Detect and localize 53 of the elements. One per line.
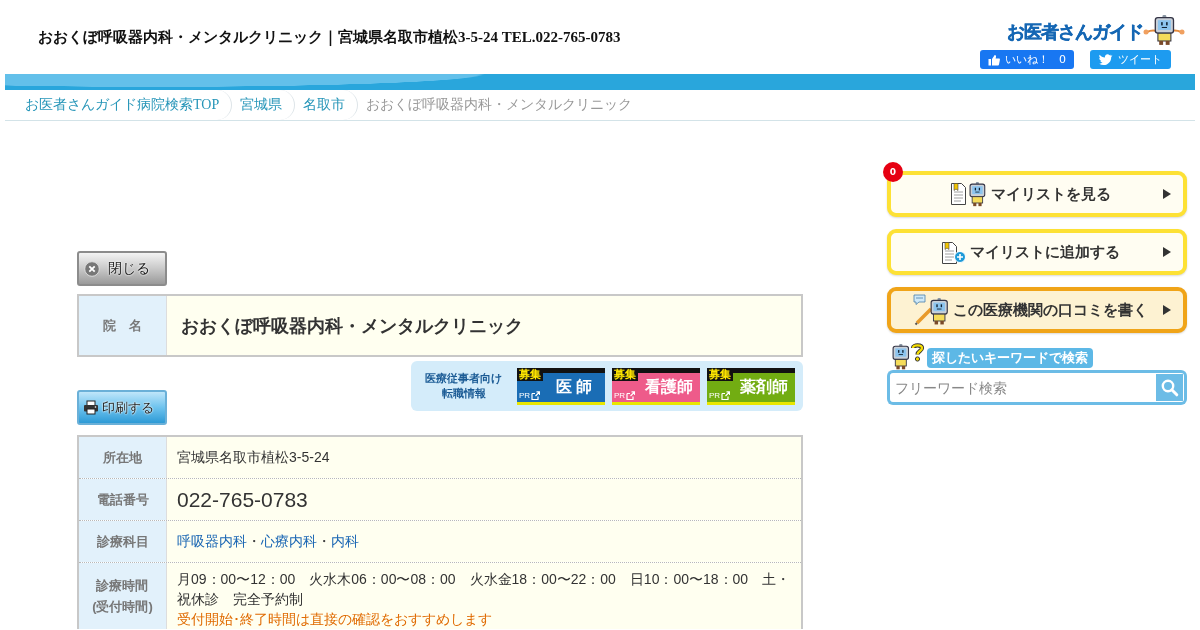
pr-label: PR	[519, 390, 531, 400]
document-and-character-icon	[949, 181, 987, 207]
print-button[interactable]: 印刷する	[77, 390, 167, 425]
department-link[interactable]: 内科	[331, 532, 359, 551]
caret-icon	[1163, 247, 1171, 257]
external-link-icon	[721, 390, 731, 400]
search-heading: 探したいキーワードで検索	[927, 348, 1093, 368]
character-with-pencil-icon	[912, 294, 949, 326]
recruit-tag: 募集	[517, 367, 543, 381]
hours-text: 月09：00〜12：00 火水木06：00〜08：00 火水金18：00〜22：00 日10：00〜18：00 土・祝休診 完全予約制	[177, 570, 792, 609]
label-cell: 所在地	[79, 437, 167, 478]
write-review-button[interactable]: この医療機関の口コミを書く	[887, 287, 1187, 333]
pr-label: PR	[709, 390, 721, 400]
label-cell: 院 名	[79, 296, 167, 355]
label-cell: 診療時間 (受付時間)	[79, 563, 167, 629]
department-link[interactable]: 呼吸器内科	[177, 532, 247, 551]
separator-text: ・	[317, 532, 331, 551]
recruit-heading: 医療従事者向け 転職情報	[425, 371, 502, 401]
document-plus-icon	[940, 240, 966, 264]
breadcrumb-current: おおくぼ呼吸器内科・メンタルクリニック	[365, 96, 634, 114]
character-question-icon	[892, 342, 925, 370]
bird-icon	[1099, 54, 1113, 65]
page-title: おおくぼ呼吸器内科・メンタルクリニック｜宮城県名取市植松3-5-24 TEL.022-765-0783	[37, 27, 621, 47]
separator-text: ・	[247, 532, 261, 551]
add-to-mylist-button[interactable]: マイリストに追加する	[887, 229, 1187, 275]
close-icon	[84, 260, 100, 277]
external-link-icon	[626, 390, 636, 400]
caret-icon	[1163, 189, 1171, 199]
site-logo[interactable]: お医者さんガイド	[1007, 20, 1143, 44]
like-button[interactable]: いいね！ 0	[980, 50, 1074, 69]
note-text: 受付開始･終了時間は直接の確認をおすすめします	[177, 610, 493, 629]
value-cell: 022-765-0783	[167, 479, 801, 520]
external-link-icon	[531, 390, 541, 400]
department-link[interactable]: 心療内科	[261, 532, 317, 551]
breadcrumb-link[interactable]: 宮城県	[232, 90, 296, 120]
value-cell: 宮城県名取市植松3-5-24	[167, 437, 801, 478]
computer-character-icon	[1143, 14, 1185, 46]
recruit-tag: 募集	[612, 367, 638, 381]
label-cell: 電話番号	[79, 479, 167, 520]
recruit-link[interactable]: 募集 PR 医 師	[517, 367, 605, 405]
thumbs-up-icon	[988, 53, 1000, 66]
breadcrumb-link[interactable]: お医者さんガイド病院検索TOP	[17, 90, 233, 120]
recruit-link[interactable]: 募集 PR 薬剤師	[707, 367, 795, 405]
recruit-tag: 募集	[707, 367, 733, 381]
count-badge: 0	[883, 162, 903, 182]
printer-icon	[83, 400, 99, 415]
caret-icon	[1163, 305, 1171, 315]
close-button[interactable]: 閉じる	[77, 251, 167, 286]
pr-label: PR	[614, 390, 626, 400]
recruit-link[interactable]: 募集 PR 看護師	[612, 367, 700, 405]
label-cell: 診療科目	[79, 521, 167, 562]
clinic-name: おおくぼ呼吸器内科・メンタルクリニック	[167, 296, 801, 355]
breadcrumb-link[interactable]: 名取市	[295, 90, 359, 120]
